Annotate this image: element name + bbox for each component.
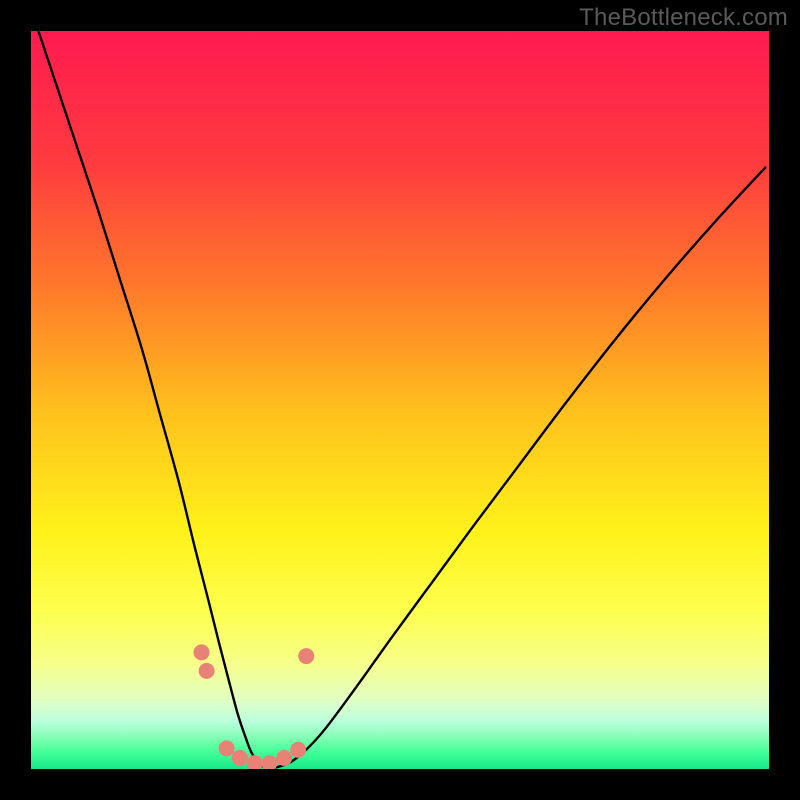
plot-area (31, 31, 769, 769)
gradient-background (31, 31, 769, 769)
data-marker (193, 644, 209, 660)
watermark-text: TheBottleneck.com (579, 4, 788, 32)
data-marker (298, 648, 314, 664)
data-marker (290, 742, 306, 758)
plot-svg (31, 31, 769, 769)
chart-frame: TheBottleneck.com (0, 0, 800, 800)
data-marker (199, 663, 215, 679)
data-marker (232, 750, 248, 766)
data-marker (276, 750, 292, 766)
data-marker (219, 740, 235, 756)
